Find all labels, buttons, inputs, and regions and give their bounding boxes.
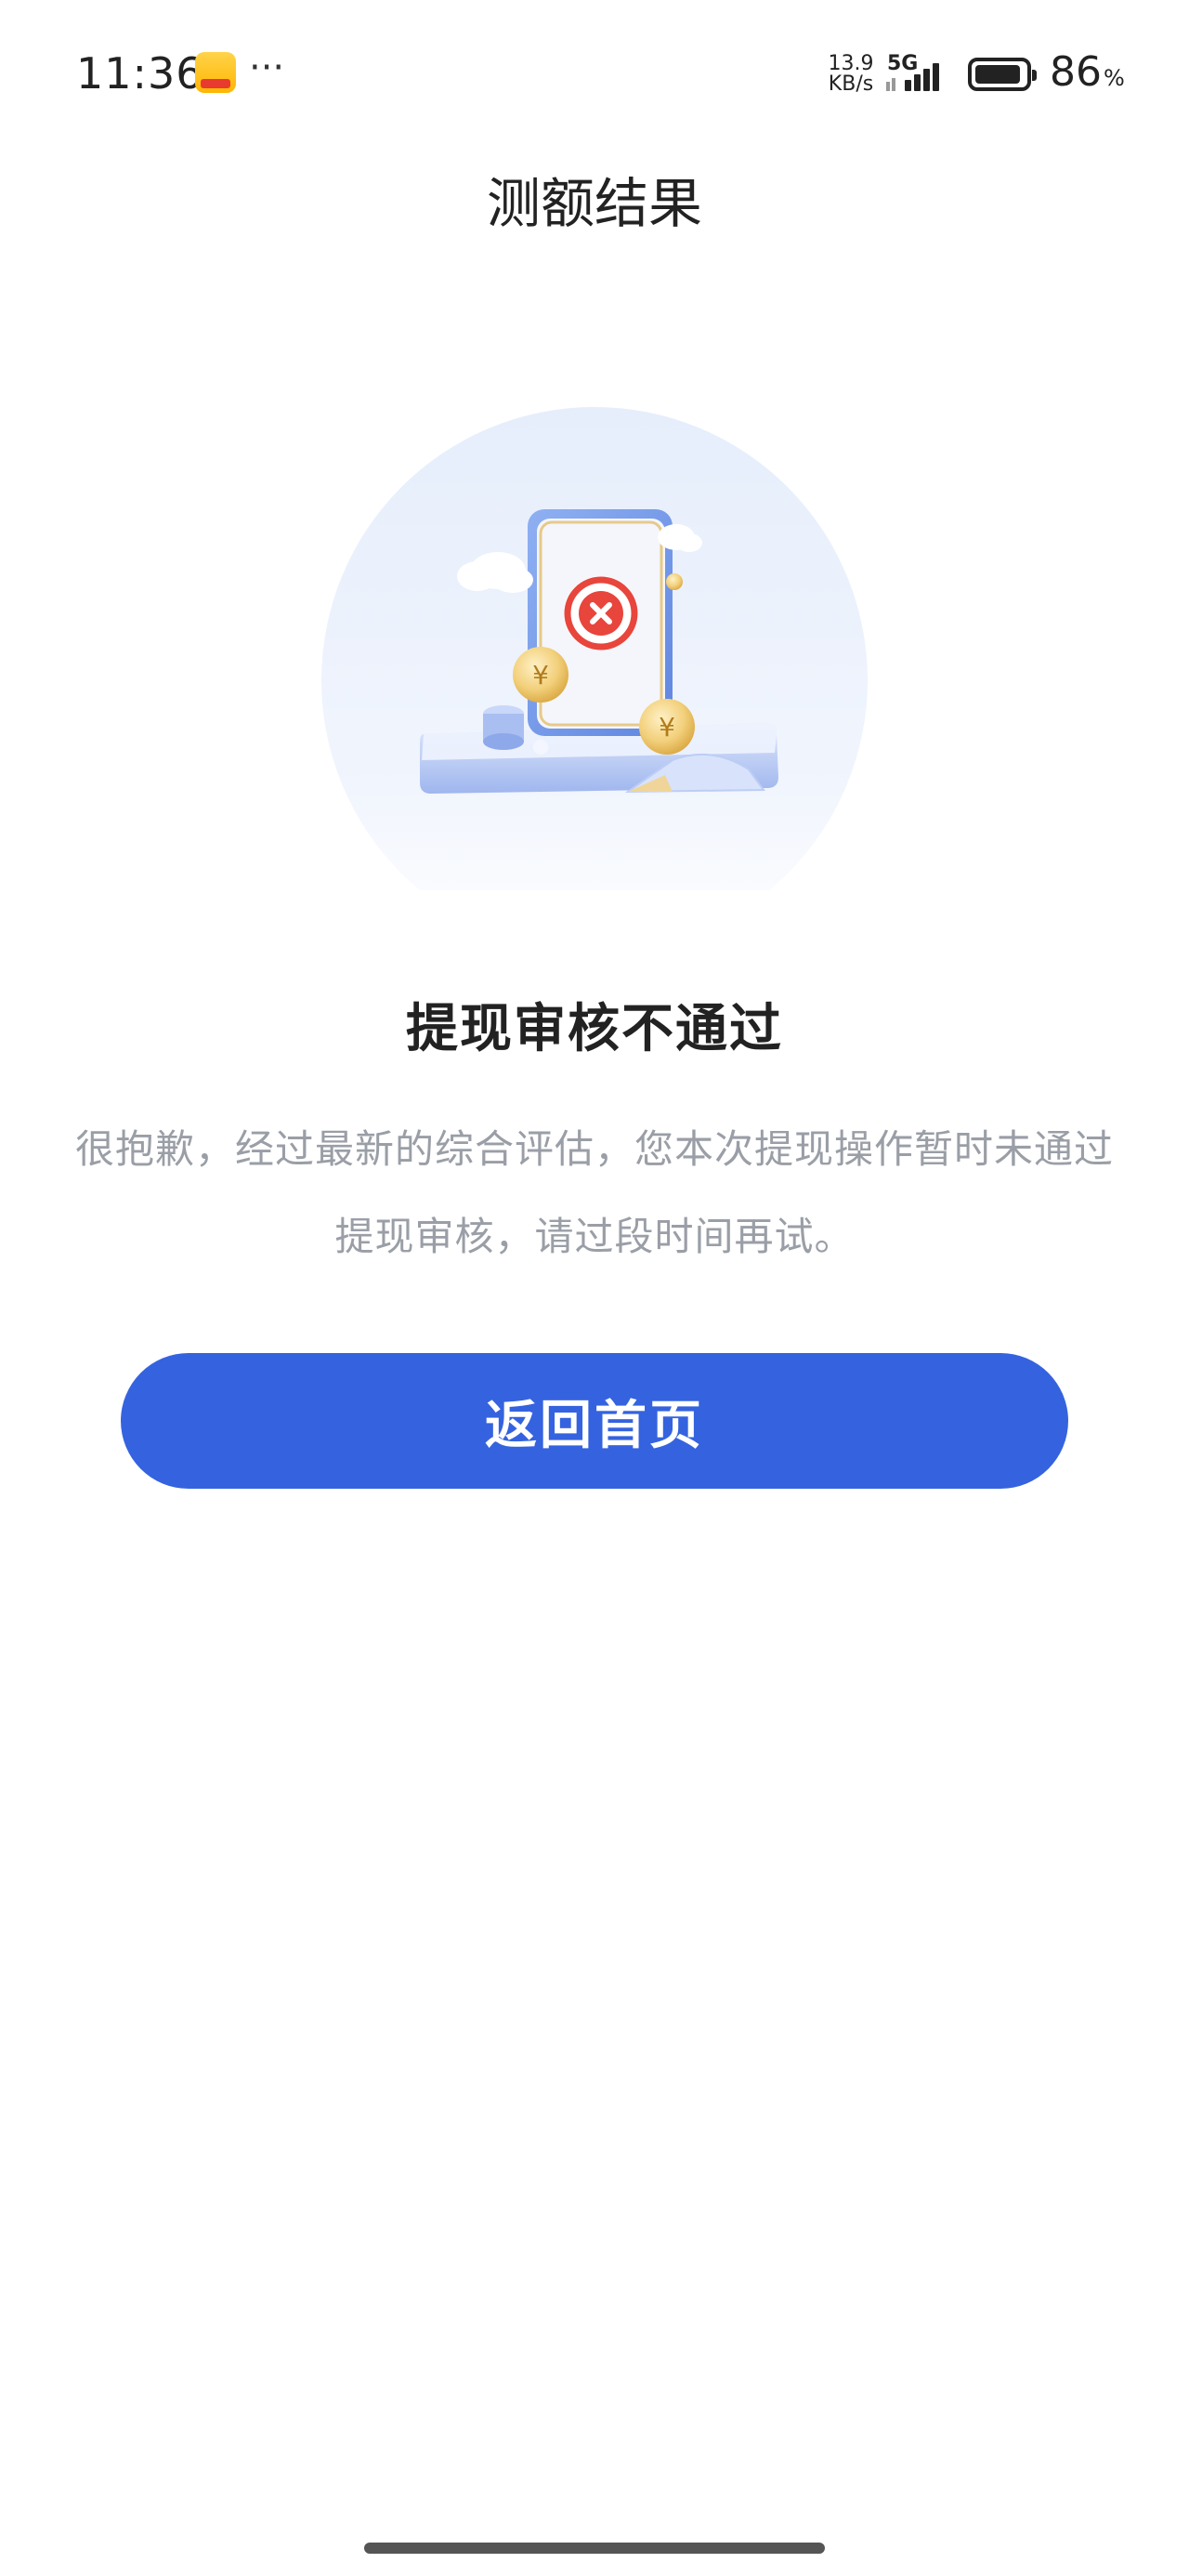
signal-icon [886,63,939,91]
return-home-button[interactable]: 返回首页 [121,1353,1068,1489]
home-indicator[interactable] [364,2543,825,2554]
network-speed: 13.9 KB/s [825,54,877,95]
network-speed-value: 13.9 [828,52,874,75]
battery-level-unit: % [1104,65,1125,91]
app-notification-icon [195,52,236,93]
result-title: 提现审核不通过 [406,999,783,1059]
page-title: 测额结果 [486,172,702,235]
network-speed-unit: KB/s [828,72,874,96]
more-notifications-icon: ··· [249,46,285,89]
status-time: 11:36 [76,48,204,99]
svg-text:¥: ¥ [659,712,675,743]
rejected-withdrawal-illustration: ¥ ¥ [321,407,868,890]
svg-text:¥: ¥ [532,660,549,690]
battery-level: 86% [1050,48,1125,96]
result-description: 很抱歉，经过最新的综合评估，您本次提现操作暂时未通过提现审核，请过段时间再试。 [74,1126,1114,1259]
battery-icon [968,58,1037,91]
battery-level-value: 86 [1050,48,1102,96]
status-bar: 11:36 ··· 13.9 KB/s 5G 86% [0,0,1189,149]
